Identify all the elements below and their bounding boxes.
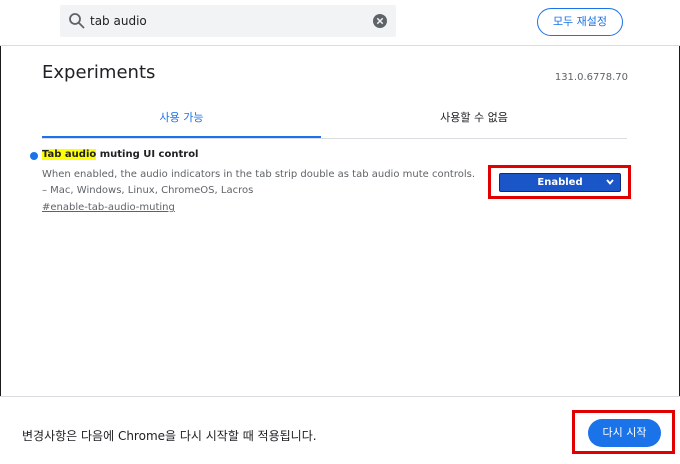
experiment-name-rest: muting UI control: [96, 149, 199, 160]
chevron-down-icon: [606, 179, 614, 185]
select-value: Enabled: [537, 177, 583, 188]
tab-available[interactable]: 사용 가능: [42, 108, 321, 136]
search-input[interactable]: [90, 5, 350, 37]
top-bar: 모두 재설정: [0, 0, 680, 46]
experiment-state-select[interactable]: Enabled: [499, 173, 621, 192]
search-highlight: Tab audio: [42, 149, 97, 160]
search-icon: [69, 13, 85, 29]
tab-divider: [42, 138, 627, 139]
relaunch-button[interactable]: 다시 시작: [588, 419, 661, 447]
restart-message: 변경사항은 다음에 Chrome을 다시 시작할 때 적용됩니다.: [22, 429, 317, 443]
experiment-description: When enabled, the audio indicators in th…: [42, 169, 476, 196]
search-box[interactable]: [60, 5, 396, 37]
reset-all-button[interactable]: 모두 재설정: [537, 8, 623, 36]
experiment-permalink[interactable]: #enable-tab-audio-muting: [42, 202, 175, 213]
highlight-box-select: Enabled: [488, 165, 631, 199]
highlight-box-relaunch: 다시 시작: [572, 410, 675, 454]
page-title: Experiments: [42, 62, 156, 83]
tab-unavailable[interactable]: 사용할 수 없음: [321, 108, 627, 136]
version-label: 131.0.6778.70: [554, 72, 628, 83]
clear-icon[interactable]: [373, 14, 387, 28]
experiment-name: Tab audio muting UI control: [42, 149, 199, 160]
modified-dot-icon: [30, 152, 38, 160]
